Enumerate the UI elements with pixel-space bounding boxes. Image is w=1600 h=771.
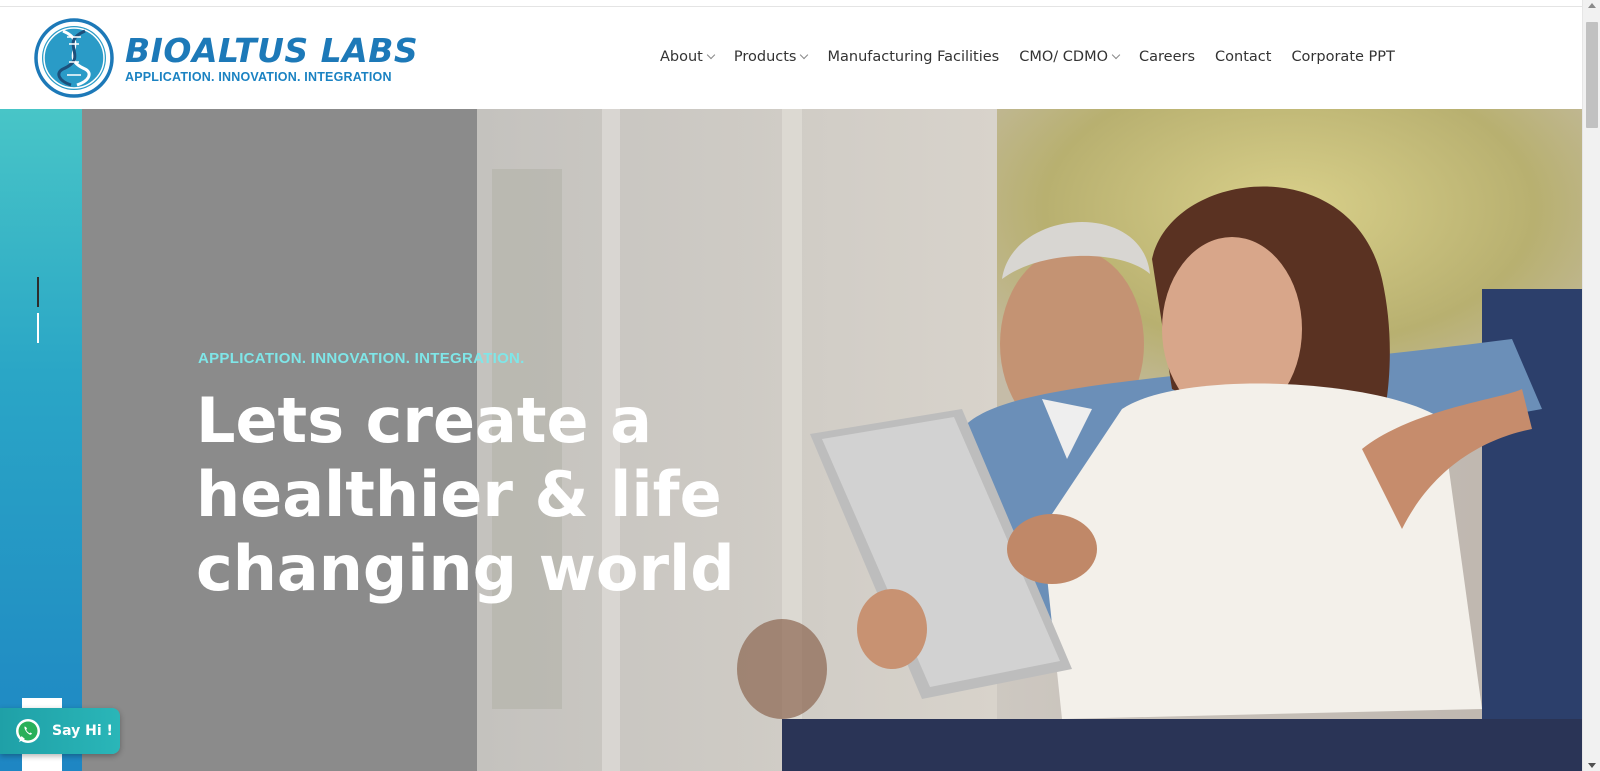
chevron-down-icon: [706, 50, 716, 60]
site-header: BIOALTUS LABS APPLICATION. INNOVATION. I…: [0, 7, 1582, 109]
scroll-thumb[interactable]: [1586, 22, 1598, 128]
brand-tagline: APPLICATION. INNOVATION. INTEGRATION: [125, 70, 392, 84]
hero-side-accent-bar: [0, 109, 82, 771]
nav-item-label: Corporate PPT: [1291, 49, 1395, 65]
brand-text: BIOALTUS LABS APPLICATION. INNOVATION. I…: [125, 31, 419, 85]
hero-headline: Lets create a healthier & life changing …: [196, 384, 756, 606]
chat-label: Say Hi !: [52, 723, 113, 739]
hero-headline-line: changing world: [196, 532, 735, 605]
slide-indicator-active[interactable]: [37, 277, 39, 307]
nav-item-corporate-ppt[interactable]: Corporate PPT: [1291, 49, 1394, 65]
scroll-up-arrow-icon[interactable]: [1588, 3, 1596, 8]
floating-widget-tab[interactable]: [22, 754, 62, 771]
nav-item-label: Careers: [1139, 49, 1196, 65]
hero-headline-line: Lets create a: [196, 384, 653, 457]
scroll-down-arrow-icon[interactable]: [1588, 763, 1596, 768]
nav-item-products[interactable]: Products: [733, 49, 809, 65]
nav-item-label: About: [660, 49, 703, 65]
brand-name: BIOALTUS LABS: [125, 31, 419, 70]
chevron-down-icon: [1111, 50, 1121, 60]
nav-item-cmo-cdmo[interactable]: CMO/ CDMO: [1019, 49, 1121, 65]
nav-item-label: Contact: [1215, 49, 1272, 65]
page-scrollbar[interactable]: [1582, 0, 1600, 771]
whatsapp-icon: [16, 719, 40, 743]
main-nav: About Products Manufacturing Facilities …: [660, 49, 1415, 65]
chevron-down-icon: [800, 50, 809, 60]
whatsapp-chat-button[interactable]: Say Hi !: [0, 708, 120, 754]
page: BIOALTUS LABS APPLICATION. INNOVATION. I…: [0, 0, 1600, 771]
hero-headline-line: healthier & life: [196, 458, 722, 531]
brand-logo[interactable]: BIOALTUS LABS APPLICATION. INNOVATION. I…: [33, 17, 418, 99]
nav-item-careers[interactable]: Careers: [1139, 49, 1195, 65]
slide-indicator[interactable]: [37, 313, 39, 343]
nav-item-contact[interactable]: Contact: [1215, 49, 1271, 65]
nav-item-label: Manufacturing Facilities: [827, 49, 1000, 65]
nav-item-label: Products: [733, 49, 797, 65]
nav-item-manufacturing-facilities[interactable]: Manufacturing Facilities: [827, 49, 999, 65]
top-border: [0, 0, 1582, 7]
dna-logo-icon: [34, 18, 114, 98]
nav-item-label: CMO/ CDMO: [1019, 49, 1108, 65]
nav-item-about[interactable]: About: [660, 49, 716, 65]
hero-banner: APPLICATION. INNOVATION. INTEGRATION. Le…: [0, 109, 1582, 771]
hero-tagline: APPLICATION. INNOVATION. INTEGRATION.: [198, 350, 525, 367]
